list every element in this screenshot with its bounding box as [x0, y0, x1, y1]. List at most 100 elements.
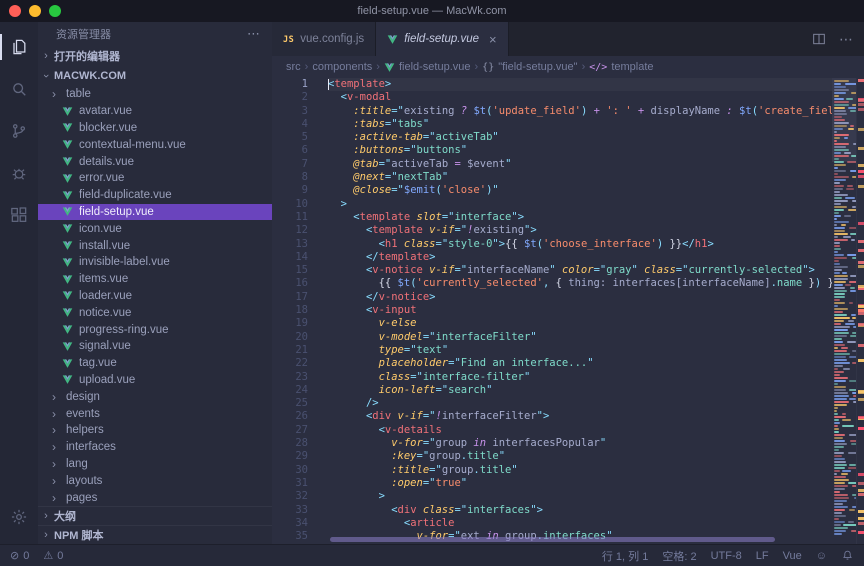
- zoom-window-button[interactable]: [49, 5, 61, 17]
- status-encoding[interactable]: UTF-8: [711, 550, 742, 562]
- line-number[interactable]: 25: [272, 397, 308, 410]
- code-line[interactable]: <div v-if="!interfaceFilter">: [328, 410, 832, 423]
- line-number[interactable]: 16: [272, 277, 308, 290]
- line-number[interactable]: 9: [272, 184, 308, 197]
- code-line[interactable]: <h1 class="style-0">{{ $t('choose_interf…: [328, 238, 832, 251]
- line-number[interactable]: 24: [272, 384, 308, 397]
- code-line[interactable]: :tabs="tabs": [328, 118, 832, 131]
- code-line[interactable]: <v-details: [328, 424, 832, 437]
- tree-item-avatar.vue[interactable]: avatar.vue: [38, 103, 272, 120]
- status-cursor-position[interactable]: 行 1, 列 1: [602, 548, 648, 564]
- code-line[interactable]: >: [328, 490, 832, 503]
- tree-item-interfaces[interactable]: ›interfaces: [38, 439, 272, 456]
- tab-field-setup.vue[interactable]: field-setup.vue×: [376, 22, 508, 56]
- close-window-button[interactable]: [9, 5, 21, 17]
- tree-item-field-duplicate.vue[interactable]: field-duplicate.vue: [38, 187, 272, 204]
- line-number[interactable]: 6: [272, 144, 308, 157]
- tree-item-layouts[interactable]: ›layouts: [38, 472, 272, 489]
- tree-item-events[interactable]: ›events: [38, 405, 272, 422]
- code-line[interactable]: :title="existing ? $t('update_field') + …: [328, 105, 832, 118]
- tree-item-details.vue[interactable]: details.vue: [38, 153, 272, 170]
- horizontal-scrollbar[interactable]: [330, 537, 775, 542]
- line-number[interactable]: 22: [272, 357, 308, 370]
- line-number[interactable]: 33: [272, 504, 308, 517]
- status-eol[interactable]: LF: [756, 550, 769, 562]
- tree-item-lang[interactable]: ›lang: [38, 456, 272, 473]
- line-number[interactable]: 7: [272, 158, 308, 171]
- line-number[interactable]: 19: [272, 317, 308, 330]
- breadcrumb-item-5[interactable]: </>template: [589, 61, 653, 73]
- code-line[interactable]: class="interface-filter": [328, 371, 832, 384]
- open-editors-section[interactable]: › 打开的编辑器: [38, 46, 272, 66]
- line-number[interactable]: 26: [272, 410, 308, 423]
- code-line[interactable]: <v-modal: [328, 91, 832, 104]
- workspace-section[interactable]: › MACWK.COM: [38, 66, 272, 86]
- tree-item-upload.vue[interactable]: upload.vue: [38, 372, 272, 389]
- code-line[interactable]: icon-left="search": [328, 384, 832, 397]
- line-number[interactable]: 29: [272, 450, 308, 463]
- breadcrumb-item-4[interactable]: {}"field-setup.vue": [482, 61, 577, 73]
- line-number[interactable]: 13: [272, 238, 308, 251]
- status-feedback[interactable]: ☺: [816, 550, 827, 562]
- line-number[interactable]: 5: [272, 131, 308, 144]
- line-number[interactable]: 34: [272, 517, 308, 530]
- code-line[interactable]: v-model="interfaceFilter": [328, 331, 832, 344]
- code-line[interactable]: @next="nextTab": [328, 171, 832, 184]
- line-number[interactable]: 23: [272, 371, 308, 384]
- line-number[interactable]: 28: [272, 437, 308, 450]
- code-line[interactable]: <v-input: [328, 304, 832, 317]
- activity-settings-icon[interactable]: [0, 496, 38, 538]
- line-number[interactable]: 17: [272, 291, 308, 304]
- code-line[interactable]: v-else: [328, 317, 832, 330]
- tree-item-notice.vue[interactable]: notice.vue: [38, 304, 272, 321]
- line-number[interactable]: 35: [272, 530, 308, 543]
- tree-item-icon.vue[interactable]: icon.vue: [38, 220, 272, 237]
- line-number[interactable]: 18: [272, 304, 308, 317]
- line-number[interactable]: 15: [272, 264, 308, 277]
- status-indentation[interactable]: 空格: 2: [662, 548, 696, 564]
- activity-source-control-icon[interactable]: [0, 110, 38, 152]
- tree-item-table[interactable]: ›table: [38, 86, 272, 103]
- code-line[interactable]: v-for="group in interfacesPopular": [328, 437, 832, 450]
- code-line[interactable]: :key="group.title": [328, 450, 832, 463]
- line-number[interactable]: 12: [272, 224, 308, 237]
- line-number[interactable]: 10: [272, 198, 308, 211]
- code-line[interactable]: :active-tab="activeTab": [328, 131, 832, 144]
- breadcrumb-item-2[interactable]: components: [312, 61, 372, 73]
- code-line[interactable]: <div class="interfaces">: [328, 504, 832, 517]
- line-number[interactable]: 31: [272, 477, 308, 490]
- breadcrumb-item-1[interactable]: src: [286, 61, 301, 73]
- tree-item-pages[interactable]: ›pages: [38, 489, 272, 506]
- status-language-mode[interactable]: Vue: [783, 550, 802, 562]
- tree-item-loader.vue[interactable]: loader.vue: [38, 288, 272, 305]
- line-number[interactable]: 27: [272, 424, 308, 437]
- status-errors[interactable]: ⊘0: [10, 549, 29, 562]
- minimize-window-button[interactable]: [29, 5, 41, 17]
- tree-item-helpers[interactable]: ›helpers: [38, 422, 272, 439]
- line-number[interactable]: 32: [272, 490, 308, 503]
- code-line[interactable]: placeholder="Find an interface...": [328, 357, 832, 370]
- line-number[interactable]: 8: [272, 171, 308, 184]
- code-line[interactable]: :buttons="buttons": [328, 144, 832, 157]
- status-warnings[interactable]: ⚠0: [43, 549, 63, 562]
- tree-item-contextual-menu.vue[interactable]: contextual-menu.vue: [38, 136, 272, 153]
- activity-explorer-icon[interactable]: [0, 26, 38, 68]
- code-line[interactable]: type="text": [328, 344, 832, 357]
- tree-item-signal.vue[interactable]: signal.vue: [38, 338, 272, 355]
- activity-extensions-icon[interactable]: [0, 194, 38, 236]
- code-line[interactable]: @tab="activeTab = $event": [328, 158, 832, 171]
- minimap[interactable]: [832, 78, 856, 544]
- tree-item-items.vue[interactable]: items.vue: [38, 271, 272, 288]
- activity-search-icon[interactable]: [0, 68, 38, 110]
- code-line[interactable]: {{ $t('currently_selected', { thing: int…: [328, 277, 832, 290]
- code-line[interactable]: :title="group.title": [328, 464, 832, 477]
- outline-section[interactable]: › 大纲: [38, 506, 272, 525]
- split-editor-icon[interactable]: [811, 31, 827, 47]
- line-number[interactable]: 3: [272, 105, 308, 118]
- line-number[interactable]: 11: [272, 211, 308, 224]
- line-number[interactable]: 21: [272, 344, 308, 357]
- code-content[interactable]: <template> <v-modal :title="existing ? $…: [322, 78, 832, 544]
- code-line[interactable]: />: [328, 397, 832, 410]
- line-number[interactable]: 1: [272, 78, 308, 91]
- close-tab-icon[interactable]: ×: [489, 32, 497, 47]
